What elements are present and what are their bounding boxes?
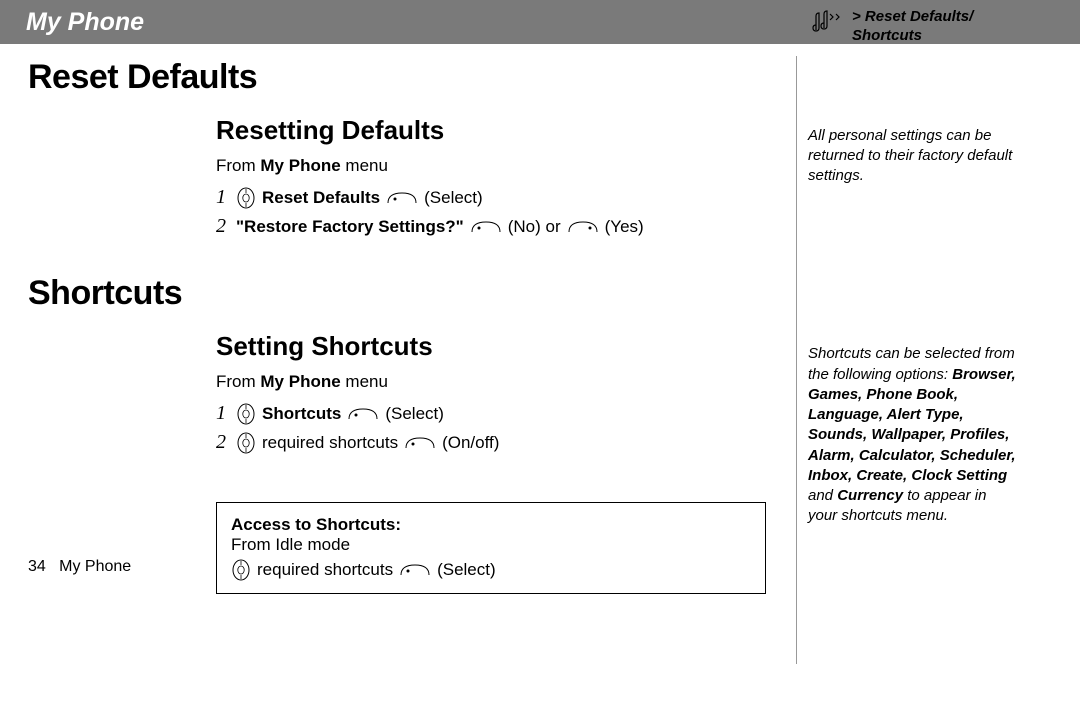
- section-icon: [808, 8, 842, 38]
- step-number: 2: [216, 431, 226, 454]
- box-action: (Select): [437, 560, 496, 580]
- step-number: 2: [216, 215, 226, 238]
- nav-icon: [236, 187, 256, 209]
- softkey-icon: [386, 190, 418, 206]
- step-text: (Yes): [605, 217, 644, 237]
- box-text: required shortcuts: [257, 560, 393, 580]
- page-footer: 34 My Phone: [28, 558, 131, 576]
- page-number: 34: [28, 558, 46, 575]
- h2-resetting-defaults: Resetting Defaults: [216, 115, 780, 146]
- step-2-1: 1 Shortcuts (Select): [216, 402, 780, 425]
- step-1-1: 1 Reset Defaults (Select): [216, 186, 780, 209]
- softkey-icon: [470, 219, 502, 235]
- h1-shortcuts: Shortcuts: [28, 274, 780, 313]
- softkey-icon: [404, 435, 436, 451]
- breadcrumb: > Reset Defaults/ Shortcuts: [808, 8, 1060, 46]
- from-line-1: From My Phone menu: [216, 156, 780, 176]
- step-label: Reset Defaults: [262, 188, 380, 208]
- access-box: Access to Shortcuts: From Idle mode requ…: [216, 502, 766, 594]
- softkey-icon: [347, 406, 379, 422]
- step-1-2: 2 "Restore Factory Settings?" (No) or (Y…: [216, 215, 780, 238]
- from-line-2: From My Phone menu: [216, 372, 780, 392]
- step-number: 1: [216, 186, 226, 209]
- margin-column: > Reset Defaults/ Shortcuts All personal…: [808, 8, 1060, 531]
- step-text: required shortcuts: [262, 433, 398, 453]
- h1-reset-defaults: Reset Defaults: [28, 58, 780, 97]
- box-line-1: From Idle mode: [231, 535, 751, 555]
- box-title: Access to Shortcuts:: [231, 515, 751, 535]
- margin-note-1: All personal settings can be returned to…: [808, 126, 1018, 187]
- nav-icon: [236, 432, 256, 454]
- step-action: (Select): [385, 404, 444, 424]
- h2-setting-shortcuts: Setting Shortcuts: [216, 331, 780, 362]
- step-action: (Select): [424, 188, 483, 208]
- column-divider: [796, 56, 797, 664]
- breadcrumb-line-2: Shortcuts: [852, 27, 973, 46]
- margin-note-2: Shortcuts can be selected from the follo…: [808, 344, 1018, 526]
- softkey-icon: [399, 562, 431, 578]
- footer-label: My Phone: [59, 558, 131, 575]
- chapter-title: My Phone: [26, 8, 144, 37]
- step-label: Shortcuts: [262, 404, 341, 424]
- softkey-right-icon: [567, 219, 599, 235]
- step-text: (No) or: [508, 217, 561, 237]
- step-number: 1: [216, 402, 226, 425]
- step-label: "Restore Factory Settings?": [236, 217, 464, 237]
- nav-icon: [236, 403, 256, 425]
- page-body: Reset Defaults Resetting Defaults From M…: [0, 44, 780, 594]
- box-line-2: required shortcuts (Select): [231, 559, 751, 581]
- step-action: (On/off): [442, 433, 499, 453]
- nav-icon: [231, 559, 251, 581]
- step-2-2: 2 required shortcuts (On/off): [216, 431, 780, 454]
- breadcrumb-line-1: > Reset Defaults/: [852, 8, 973, 27]
